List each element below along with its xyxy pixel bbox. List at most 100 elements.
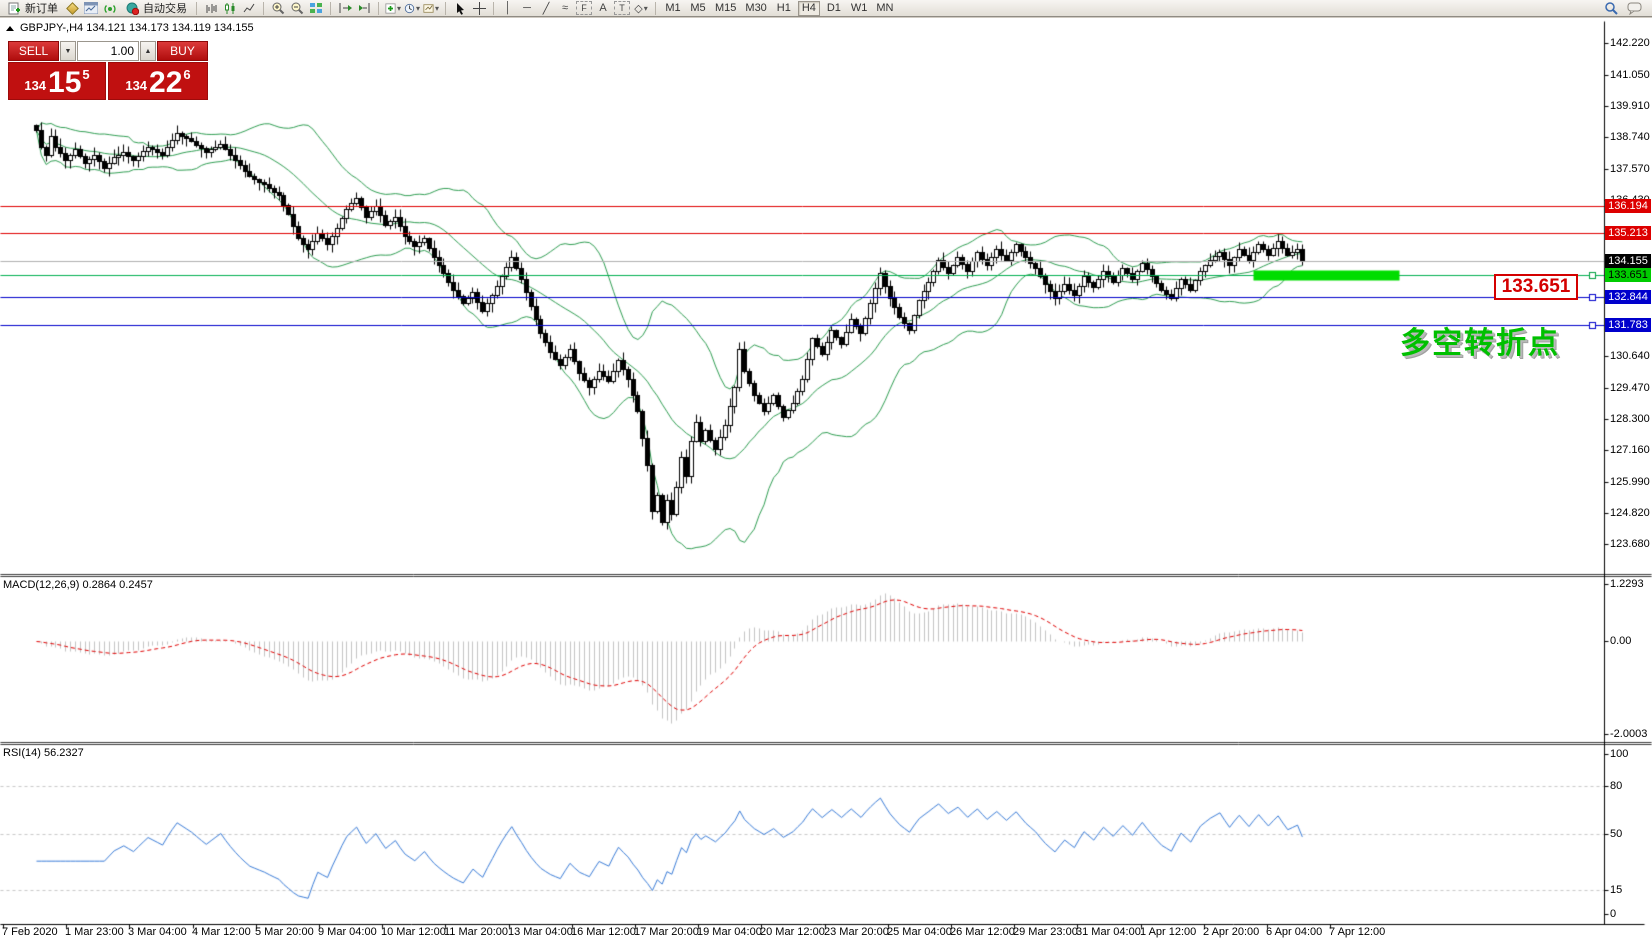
bar-chart-icon[interactable] [203, 1, 219, 15]
price-line-label: 136.194 [1605, 199, 1651, 213]
buy-price-point: 6 [183, 67, 190, 82]
sell-price-figure: 134 [24, 78, 46, 93]
sell-price-point: 5 [82, 67, 89, 82]
macd-tick-label: 0.00 [1610, 635, 1631, 647]
price-tick-label: 128.300 [1610, 413, 1650, 425]
toolbar-separator [445, 2, 446, 15]
time-tick-label: 2 Apr 20:00 [1203, 926, 1259, 938]
signals-icon[interactable] [102, 1, 118, 15]
price-tick-label: 139.910 [1610, 100, 1650, 112]
timeframe-h4[interactable]: H4 [798, 1, 820, 16]
timeframe-m5[interactable]: M5 [687, 1, 709, 16]
market-watch-icon[interactable] [64, 1, 80, 15]
zoom-out-icon[interactable] [289, 1, 305, 15]
toolbar-separator [330, 2, 331, 15]
arrows-tool-icon[interactable]: ◇▾ [633, 1, 649, 15]
autotrading-label: 自动交易 [143, 0, 187, 16]
time-tick-label: 5 Mar 20:00 [255, 926, 314, 938]
time-tick-label: 3 Mar 04:00 [128, 926, 187, 938]
rsi-tick-label: 0 [1610, 908, 1616, 920]
symbol-ohlc-readout: GBPJPY-,H4 134.121 134.173 134.119 134.1… [20, 22, 254, 34]
candlestick-chart-icon[interactable] [222, 1, 238, 15]
chart-window-icon[interactable] [83, 1, 99, 15]
rsi-indicator-label: RSI(14) 56.2327 [3, 747, 84, 759]
chart-window: GBPJPY-,H4 134.121 134.173 134.119 134.1… [0, 17, 1652, 938]
toolbar-separator [196, 2, 197, 15]
time-tick-label: 13 Mar 04:00 [508, 926, 573, 938]
time-tick-label: 7 Apr 12:00 [1329, 926, 1385, 938]
price-tick-label: 142.220 [1610, 37, 1650, 49]
timeframe-w1[interactable]: W1 [848, 1, 871, 16]
time-tick-label: 23 Mar 20:00 [824, 926, 889, 938]
chart-shift-icon[interactable] [356, 1, 372, 15]
search-icon[interactable] [1603, 1, 1619, 15]
auto-scroll-icon[interactable] [337, 1, 353, 15]
buy-button[interactable]: BUY [157, 41, 208, 61]
text-tool-icon[interactable]: A [595, 1, 611, 15]
volume-input[interactable] [77, 41, 139, 61]
timeframe-mn[interactable]: MN [873, 1, 896, 16]
toolbar-separator [655, 2, 656, 15]
sell-price-display[interactable]: 134155 [8, 62, 106, 100]
chat-icon[interactable] [1627, 1, 1643, 15]
volume-decrease-button[interactable]: ▼ [60, 41, 76, 61]
timeframe-m15[interactable]: M15 [712, 1, 739, 16]
timeframe-m30[interactable]: M30 [742, 1, 769, 16]
macd-tick-label: -2.0003 [1610, 728, 1647, 740]
rsi-tick-label: 100 [1610, 748, 1628, 760]
turning-point-annotation[interactable]: 多空转折点 [1400, 318, 1560, 362]
line-chart-icon[interactable] [241, 1, 257, 15]
cursor-icon[interactable] [452, 1, 468, 15]
new-order-button[interactable]: 新订单 [3, 1, 61, 16]
price-tick-label: 127.160 [1610, 444, 1650, 456]
price-line-label: 132.844 [1605, 290, 1651, 304]
text-label-tool-icon[interactable]: T [614, 1, 630, 15]
autotrading-icon [124, 1, 140, 15]
rsi-tick-label: 80 [1610, 780, 1622, 792]
autotrading-button[interactable]: 自动交易 [121, 1, 190, 16]
sell-button[interactable]: SELL [8, 41, 59, 61]
price-tick-label: 124.820 [1610, 507, 1650, 519]
new-order-label: 新订单 [25, 0, 58, 16]
price-tick-label: 130.640 [1610, 350, 1650, 362]
time-tick-label: 10 Mar 12:00 [381, 926, 446, 938]
price-line-label: 134.155 [1605, 254, 1651, 268]
price-chart-canvas[interactable] [0, 18, 1652, 938]
buy-price-display[interactable]: 134226 [108, 62, 208, 100]
trendline-tool-icon[interactable]: ╱ [538, 1, 554, 15]
horizontal-line-tool-icon[interactable]: ─ [519, 1, 535, 15]
price-tick-label: 141.050 [1610, 69, 1650, 81]
fibo-retracement-tool-icon[interactable]: F [576, 1, 592, 15]
time-tick-label: 1 Mar 23:00 [65, 926, 124, 938]
timeframe-h1[interactable]: H1 [773, 1, 795, 16]
price-callout-label[interactable]: 133.651 [1494, 274, 1578, 300]
timeframe-d1[interactable]: D1 [823, 1, 845, 16]
vertical-line-tool-icon[interactable]: │ [500, 1, 516, 15]
buy-price-figure: 134 [125, 78, 147, 93]
time-tick-label: 25 Mar 04:00 [887, 926, 952, 938]
collapse-panel-icon[interactable] [6, 26, 14, 31]
price-tick-label: 125.990 [1610, 476, 1650, 488]
time-tick-label: 20 Mar 12:00 [760, 926, 825, 938]
time-tick-label: 11 Mar 20:00 [444, 926, 508, 938]
indicators-icon[interactable]: ▾ [385, 1, 401, 15]
rsi-tick-label: 15 [1610, 884, 1622, 896]
volume-increase-button[interactable]: ▲ [140, 41, 156, 61]
timeframe-m1[interactable]: M1 [662, 1, 684, 16]
rsi-tick-label: 50 [1610, 828, 1622, 840]
templates-icon[interactable]: ▾ [423, 1, 439, 15]
time-tick-label: 19 Mar 04:00 [697, 926, 762, 938]
toolbar-separator [493, 2, 494, 15]
one-click-trading-panel: SELL ▼ ▲ BUY 134155 134226 [8, 41, 208, 100]
price-tick-label: 138.740 [1610, 131, 1650, 143]
time-tick-label: 6 Apr 04:00 [1266, 926, 1322, 938]
crosshair-icon[interactable] [471, 1, 487, 15]
fibo-channel-tool-icon[interactable]: ≈ [557, 1, 573, 15]
zoom-in-icon[interactable] [270, 1, 286, 15]
toolbar-separator [263, 2, 264, 15]
time-tick-label: 17 Mar 20:00 [634, 926, 699, 938]
tile-windows-icon[interactable] [308, 1, 324, 15]
time-tick-label: 9 Mar 04:00 [318, 926, 377, 938]
toolbar-separator [378, 2, 379, 15]
periods-icon[interactable]: ▾ [404, 1, 420, 15]
